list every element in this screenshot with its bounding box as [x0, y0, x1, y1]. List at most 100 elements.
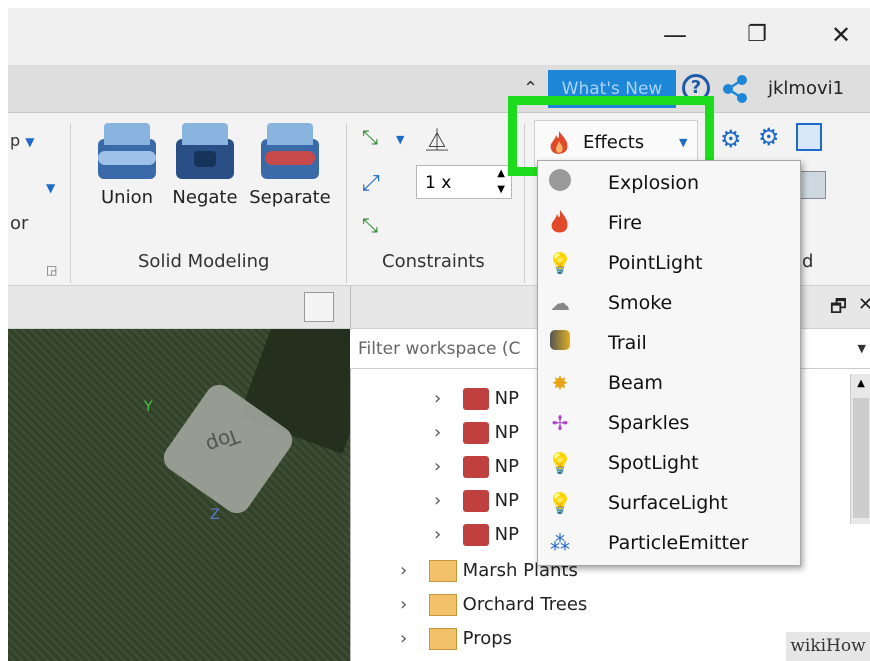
user-name[interactable]: jklmovi1: [768, 66, 844, 112]
negate-button[interactable]: Negate: [164, 123, 246, 208]
bulb-icon: 💡: [547, 491, 573, 515]
menu-item-label: Trail: [608, 332, 647, 354]
tree-row[interactable]: › NP: [434, 450, 519, 484]
chevron-right-icon[interactable]: ›: [434, 490, 441, 511]
divider: [70, 123, 71, 283]
align-icon[interactable]: ⏅: [426, 123, 448, 155]
chevron-right-icon[interactable]: ›: [434, 524, 441, 545]
menu-item-label: SurfaceLight: [608, 492, 728, 514]
solid-modeling-group-label: Solid Modeling: [138, 251, 270, 272]
device-emulator-icon[interactable]: [304, 292, 334, 322]
axis-z-label: Z: [210, 507, 220, 523]
tree-row[interactable]: › NP: [434, 382, 519, 416]
menu-item-beam[interactable]: ✸ Beam: [538, 363, 800, 403]
menu-item-smoke[interactable]: ☁ Smoke: [538, 283, 800, 323]
menu-item-fire[interactable]: Fire: [538, 203, 800, 243]
partial-left-tool[interactable]: p ▼: [10, 131, 34, 150]
tree-row[interactable]: › NP: [434, 484, 519, 518]
model-icon: [462, 456, 489, 478]
menu-item-label: Beam: [608, 372, 663, 394]
chevron-down-icon[interactable]: ▼: [46, 181, 55, 195]
chevron-right-icon[interactable]: ›: [400, 560, 407, 581]
tree-row-label: Orchard Trees: [462, 594, 588, 615]
tree-row[interactable]: › Orchard Trees: [400, 588, 587, 622]
menu-item-surfacelight[interactable]: 💡 SurfaceLight: [538, 483, 800, 523]
menu-item-label: Sparkles: [608, 412, 690, 434]
separate-label: Separate: [249, 187, 331, 208]
sparkles-icon: ✢: [551, 411, 569, 435]
menu-item-sparkles[interactable]: ✢ Sparkles: [538, 403, 800, 443]
trail-icon: [546, 329, 574, 357]
tree-row[interactable]: › NP: [434, 518, 519, 552]
wikihow-watermark: wikiHow: [786, 632, 870, 661]
minimize-button[interactable]: —: [660, 20, 690, 50]
tree-row[interactable]: › NP: [434, 416, 519, 450]
3d-viewport[interactable]: Top Y Z: [8, 329, 350, 661]
menu-item-label: Smoke: [608, 292, 673, 314]
close-panel-icon[interactable]: ✕: [858, 294, 870, 315]
player-icon[interactable]: [796, 123, 822, 151]
bulb-icon: 💡: [547, 251, 573, 275]
explosion-icon: [546, 169, 574, 197]
union-label: Union: [100, 187, 153, 208]
title-bar: — ❐ ✕: [8, 8, 870, 66]
menu-item-label: Explosion: [608, 172, 700, 194]
spinner-icon[interactable]: ▲ ▼: [497, 166, 505, 198]
menu-item-trail[interactable]: Trail: [538, 323, 800, 363]
scale-input[interactable]: 1 x ▲ ▼: [416, 165, 512, 199]
filter-placeholder: Filter workspace (C: [358, 339, 521, 359]
app-window: — ❐ ✕ ⌃ What's New ? jklmovi1 p ▼ ▼ or ◲…: [8, 8, 870, 661]
model-icon: [462, 490, 489, 512]
chevron-right-icon[interactable]: ›: [400, 594, 407, 615]
chevron-right-icon[interactable]: ›: [434, 388, 441, 409]
scale-value: 1 x: [425, 173, 452, 193]
divider: [346, 123, 347, 283]
menu-item-spotlight[interactable]: 💡 SpotLight: [538, 443, 800, 483]
chevron-right-icon[interactable]: ›: [434, 422, 441, 443]
menu-item-label: SpotLight: [608, 452, 699, 474]
gear-icon[interactable]: ⚙: [720, 125, 742, 153]
cloud-icon: ☁: [550, 291, 570, 315]
negate-icon: [176, 123, 234, 179]
menu-item-label: PointLight: [608, 252, 703, 274]
join-surfaces-icon[interactable]: ⤡: [362, 125, 378, 149]
tree-row[interactable]: › Props: [400, 622, 512, 656]
chevron-down-icon[interactable]: ▼: [858, 330, 866, 368]
separate-icon: [261, 123, 319, 179]
tree-row-label: NP: [494, 422, 519, 443]
restore-button[interactable]: ❐: [742, 20, 772, 50]
tree-row-label: NP: [494, 490, 519, 511]
group-expand-icon[interactable]: ◲: [46, 263, 57, 277]
chevron-right-icon[interactable]: ›: [434, 456, 441, 477]
menu-item-label: ParticleEmitter: [608, 532, 749, 554]
model-icon: [462, 422, 489, 444]
scroll-up-icon[interactable]: ▲: [851, 374, 870, 389]
menu-item-label: Fire: [608, 212, 642, 234]
model-icon: [462, 524, 489, 546]
tree-row-label: Props: [462, 628, 513, 649]
union-icon: [98, 123, 156, 179]
package-icon[interactable]: [798, 171, 826, 199]
undock-icon[interactable]: 🗗: [830, 294, 847, 324]
axis-y-label: Y: [144, 399, 153, 415]
tree-row-label: NP: [494, 388, 519, 409]
grid-snap-icon[interactable]: ⤢: [362, 171, 380, 196]
particle-icon: ⁂: [550, 531, 570, 555]
chevron-down-icon[interactable]: ▼: [396, 133, 404, 146]
menu-item-particleemitter[interactable]: ⁂ ParticleEmitter: [538, 523, 800, 563]
weld-icon[interactable]: ⤡: [362, 213, 378, 237]
chevron-right-icon[interactable]: ›: [400, 628, 407, 649]
partial-left-label: p: [10, 131, 21, 150]
menu-item-explosion[interactable]: Explosion: [538, 163, 800, 203]
folder-icon: [428, 628, 457, 650]
menu-item-pointlight[interactable]: 💡 PointLight: [538, 243, 800, 283]
union-button[interactable]: Union: [86, 123, 168, 208]
scrollbar[interactable]: ▲: [850, 374, 870, 524]
partial-group-label: d: [802, 251, 814, 272]
share-icon[interactable]: [720, 74, 750, 104]
tree-row-label: NP: [494, 456, 519, 477]
close-button[interactable]: ✕: [826, 20, 856, 50]
settings-search-icon[interactable]: ⚙: [758, 123, 780, 151]
scroll-thumb[interactable]: [853, 398, 869, 518]
separate-button[interactable]: Separate: [246, 123, 334, 208]
